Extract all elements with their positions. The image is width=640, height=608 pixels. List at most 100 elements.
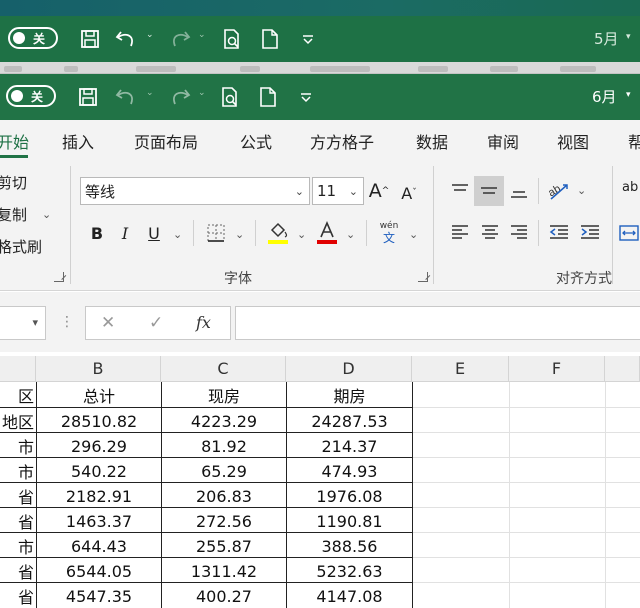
table-cell[interactable]: 4223.29: [162, 408, 286, 434]
cut-button[interactable]: 剪切: [0, 172, 27, 193]
enter-icon[interactable]: ✓: [149, 313, 163, 333]
autosave-toggle[interactable]: 关: [8, 27, 58, 49]
table-cell[interactable]: 474.93: [287, 458, 412, 484]
table-cell[interactable]: 期房: [287, 382, 412, 408]
table-cell[interactable]: 省: [0, 583, 36, 608]
column-header-b[interactable]: B: [36, 356, 161, 382]
align-right-icon[interactable]: [505, 218, 533, 248]
tab-formulas[interactable]: 公式: [240, 129, 272, 153]
table-cell[interactable]: 2182.91: [37, 483, 161, 509]
table-cell[interactable]: 24287.53: [287, 408, 412, 434]
print-preview-icon[interactable]: [220, 26, 244, 52]
redo-icon[interactable]: [166, 26, 192, 52]
table-cell[interactable]: 总计: [37, 382, 161, 408]
table-cell[interactable]: 272.56: [162, 508, 286, 534]
undo-icon[interactable]: [114, 26, 140, 52]
table-cell[interactable]: 1463.37: [37, 508, 161, 534]
decrease-indent-icon[interactable]: [545, 218, 573, 248]
fill-color-dropdown-icon[interactable]: ⌄: [297, 228, 306, 241]
grow-font-button[interactable]: A ^: [368, 178, 390, 204]
table-cell[interactable]: 206.83: [162, 483, 286, 509]
undo-dropdown-icon[interactable]: ⌄: [146, 88, 154, 98]
tab-home[interactable]: 开始: [0, 129, 29, 153]
font-name-select[interactable]: 等线 ⌄: [80, 177, 310, 205]
wrap-text-button[interactable]: ab: [622, 180, 638, 195]
align-left-icon[interactable]: [446, 218, 474, 248]
new-file-icon[interactable]: [258, 26, 282, 52]
table-cell[interactable]: 市: [0, 433, 36, 459]
phonetic-dropdown-icon[interactable]: ⌄: [409, 228, 418, 241]
print-preview-icon[interactable]: [218, 84, 242, 110]
table-cell[interactable]: 1311.42: [162, 558, 286, 584]
grip-icon[interactable]: ⋮: [60, 314, 74, 330]
borders-icon[interactable]: [203, 220, 229, 246]
font-color-icon[interactable]: [314, 218, 340, 248]
table-cell[interactable]: 644.43: [37, 533, 161, 559]
redo-icon[interactable]: [166, 84, 192, 110]
table-cell[interactable]: 现房: [162, 382, 286, 408]
undo-dropdown-icon[interactable]: ⌄: [146, 30, 154, 40]
orientation-icon[interactable]: ab: [545, 176, 573, 206]
table-cell[interactable]: 省: [0, 508, 36, 534]
new-file-icon[interactable]: [256, 84, 280, 110]
table-cell[interactable]: 区: [0, 382, 36, 408]
tab-page-layout[interactable]: 页面布局: [134, 129, 198, 153]
table-cell[interactable]: 地区: [0, 408, 36, 434]
phonetic-guide-icon[interactable]: wén 文: [374, 218, 404, 248]
copy-button[interactable]: 复制: [0, 204, 27, 225]
clipboard-launcher-icon[interactable]: [54, 272, 64, 282]
increase-indent-icon[interactable]: [576, 218, 604, 248]
column-header-g[interactable]: [605, 356, 640, 382]
format-painter-button[interactable]: 格式刷: [0, 236, 42, 257]
column-header-a[interactable]: [0, 356, 36, 382]
orientation-dropdown-icon[interactable]: ⌄: [577, 184, 586, 197]
table-cell[interactable]: 4147.08: [287, 583, 412, 608]
redo-dropdown-icon[interactable]: ⌄: [198, 30, 206, 40]
table-cell[interactable]: 296.29: [37, 433, 161, 459]
column-header-c[interactable]: C: [161, 356, 286, 382]
table-cell[interactable]: 省: [0, 483, 36, 509]
table-cell[interactable]: 市: [0, 533, 36, 559]
cancel-icon[interactable]: ✕: [101, 313, 115, 333]
align-middle-icon[interactable]: [474, 176, 504, 206]
save-icon[interactable]: [76, 84, 100, 110]
tab-fangfang[interactable]: 方方格子: [310, 129, 374, 153]
table-cell[interactable]: 214.37: [287, 433, 412, 459]
table-cell[interactable]: 4547.35: [37, 583, 161, 608]
redo-dropdown-icon[interactable]: ⌄: [198, 88, 206, 98]
italic-button[interactable]: I: [114, 220, 136, 246]
tab-review[interactable]: 审阅: [487, 129, 519, 153]
underline-dropdown-icon[interactable]: ⌄: [173, 228, 182, 241]
tab-data[interactable]: 数据: [416, 129, 448, 153]
align-top-icon[interactable]: [446, 176, 474, 206]
undo-icon[interactable]: [114, 84, 140, 110]
underline-button[interactable]: U: [142, 220, 166, 246]
tab-view[interactable]: 视图: [557, 129, 589, 153]
table-cell[interactable]: 28510.82: [37, 408, 161, 434]
align-bottom-icon[interactable]: [505, 176, 533, 206]
table-cell[interactable]: 540.22: [37, 458, 161, 484]
customize-icon[interactable]: [298, 28, 318, 50]
table-cell[interactable]: 1976.08: [287, 483, 412, 509]
table-cell[interactable]: 6544.05: [37, 558, 161, 584]
tab-insert[interactable]: 插入: [62, 129, 94, 153]
autosave-toggle[interactable]: 关: [6, 85, 56, 107]
formula-input[interactable]: [235, 306, 640, 340]
font-launcher-icon[interactable]: [418, 272, 428, 282]
table-cell[interactable]: 1190.81: [287, 508, 412, 534]
fill-color-icon[interactable]: [265, 218, 291, 248]
merge-center-icon[interactable]: [618, 218, 640, 248]
copy-dropdown-icon[interactable]: ⌄: [42, 208, 51, 221]
tab-help[interactable]: 帮: [628, 129, 640, 153]
table-cell[interactable]: 65.29: [162, 458, 286, 484]
customize-icon[interactable]: [296, 86, 316, 108]
table-cell[interactable]: 5232.63: [287, 558, 412, 584]
table-cell[interactable]: 388.56: [287, 533, 412, 559]
column-header-f[interactable]: F: [509, 356, 605, 382]
font-size-select[interactable]: 11 ⌄: [312, 177, 364, 205]
table-cell[interactable]: 400.27: [162, 583, 286, 608]
name-box[interactable]: ▾: [0, 306, 46, 340]
table-cell[interactable]: 市: [0, 458, 36, 484]
borders-dropdown-icon[interactable]: ⌄: [235, 228, 244, 241]
table-cell[interactable]: 省: [0, 558, 36, 584]
